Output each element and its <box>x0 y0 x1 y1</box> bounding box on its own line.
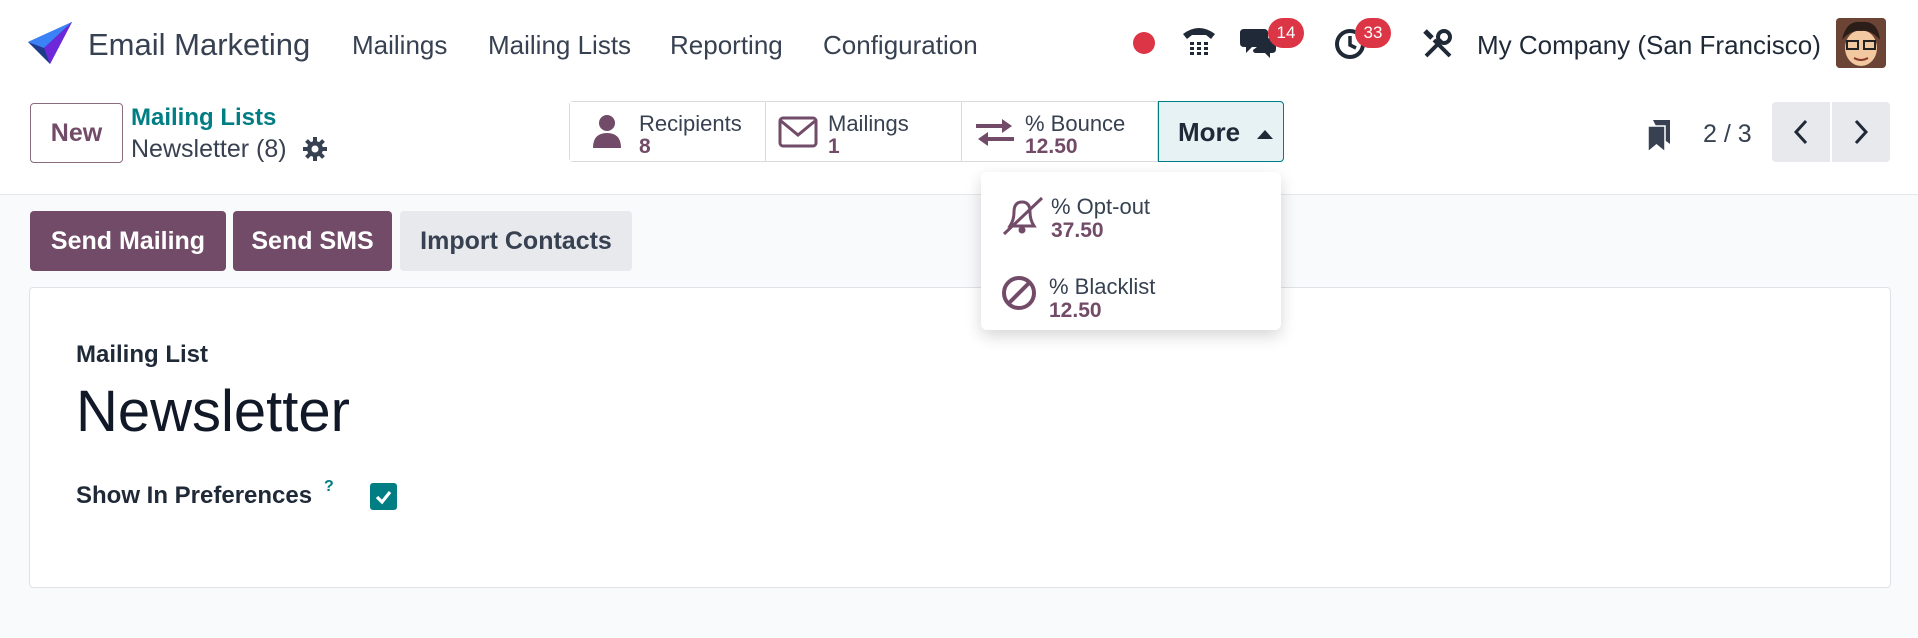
more-label: More <box>1178 117 1241 147</box>
avatar-face-icon <box>1836 18 1886 68</box>
control-panel: New Mailing Lists Newsletter (8) Recipie… <box>0 88 1918 195</box>
mailing-list-label: Mailing List <box>76 341 208 368</box>
smart-label: Mailings <box>828 111 909 136</box>
pager-next-button[interactable] <box>1832 102 1890 162</box>
top-navbar: Email Marketing Mailings Mailing Lists R… <box>0 0 1918 88</box>
smart-label: Recipients <box>639 111 742 136</box>
menu-mailings[interactable]: Mailings <box>352 30 447 61</box>
show-in-preferences-label: Show In Preferences <box>76 482 313 509</box>
breadcrumb-mailing-lists[interactable]: Mailing Lists <box>131 104 276 132</box>
activities-badge: 33 <box>1355 18 1391 48</box>
menu-configuration[interactable]: Configuration <box>823 30 978 61</box>
smart-value: 1 <box>828 135 840 158</box>
envelope-icon <box>778 116 818 148</box>
dropdown-label: % Blacklist <box>1049 274 1156 299</box>
breadcrumb-current: Newsletter (8) <box>131 135 287 163</box>
phone-icon[interactable] <box>1180 24 1218 60</box>
check-icon <box>375 491 392 505</box>
pager-previous-button[interactable] <box>1772 102 1830 162</box>
help-tooltip-icon[interactable]: ? <box>324 478 334 496</box>
chevron-left-icon <box>1793 119 1808 145</box>
smart-button-recipients[interactable]: Recipients 8 <box>570 102 766 161</box>
dropdown-item-opt-out[interactable]: % Opt-out 37.50 <box>981 180 1281 250</box>
record-icon[interactable] <box>1132 31 1156 55</box>
more-button[interactable]: More <box>1158 101 1284 162</box>
company-switcher[interactable]: My Company (San Francisco) <box>1477 30 1821 61</box>
chevron-right-icon <box>1854 119 1869 145</box>
tools-icon[interactable] <box>1422 28 1454 60</box>
send-mailing-button[interactable]: Send Mailing <box>30 211 226 271</box>
app-logo-icon[interactable] <box>28 22 72 64</box>
user-icon <box>593 115 621 148</box>
gear-icon[interactable] <box>303 137 327 161</box>
form-sheet: Mailing List Newsletter Show In Preferen… <box>29 287 1891 588</box>
smart-value: 8 <box>639 135 651 158</box>
mailing-list-name[interactable]: Newsletter <box>76 378 350 445</box>
messages-badge: 14 <box>1268 18 1304 48</box>
new-button[interactable]: New <box>30 103 123 163</box>
smart-label: % Bounce <box>1025 111 1126 136</box>
menu-reporting[interactable]: Reporting <box>670 30 783 61</box>
smart-buttons: Recipients 8 Mailings 1 % Bounce 12.50 M… <box>569 101 1284 162</box>
ban-icon <box>1002 276 1036 310</box>
more-dropdown-menu: % Opt-out 37.50 % Blacklist 12.50 <box>981 172 1281 330</box>
dropdown-label: % Opt-out <box>1051 194 1151 219</box>
exchange-icon <box>976 119 1014 146</box>
app-name[interactable]: Email Marketing <box>88 27 310 63</box>
smart-value: 12.50 <box>1025 135 1078 158</box>
dropdown-item-blacklist[interactable]: % Blacklist 12.50 <box>981 260 1281 330</box>
show-in-preferences-checkbox[interactable] <box>370 483 397 510</box>
bookmark-icon[interactable] <box>1646 118 1672 154</box>
menu-mailing-lists[interactable]: Mailing Lists <box>488 30 631 61</box>
pager-value[interactable]: 2 / 3 <box>1703 120 1752 149</box>
import-contacts-button[interactable]: Import Contacts <box>400 211 632 271</box>
send-sms-button[interactable]: Send SMS <box>233 211 392 271</box>
caret-up-icon <box>1257 130 1273 139</box>
smart-button-bounce[interactable]: % Bounce 12.50 <box>962 102 1158 161</box>
bell-slash-icon <box>1002 196 1044 236</box>
dropdown-value: 37.50 <box>1051 219 1104 242</box>
smart-button-mailings[interactable]: Mailings 1 <box>766 102 962 161</box>
user-avatar[interactable] <box>1836 18 1886 68</box>
dropdown-value: 12.50 <box>1049 299 1102 322</box>
